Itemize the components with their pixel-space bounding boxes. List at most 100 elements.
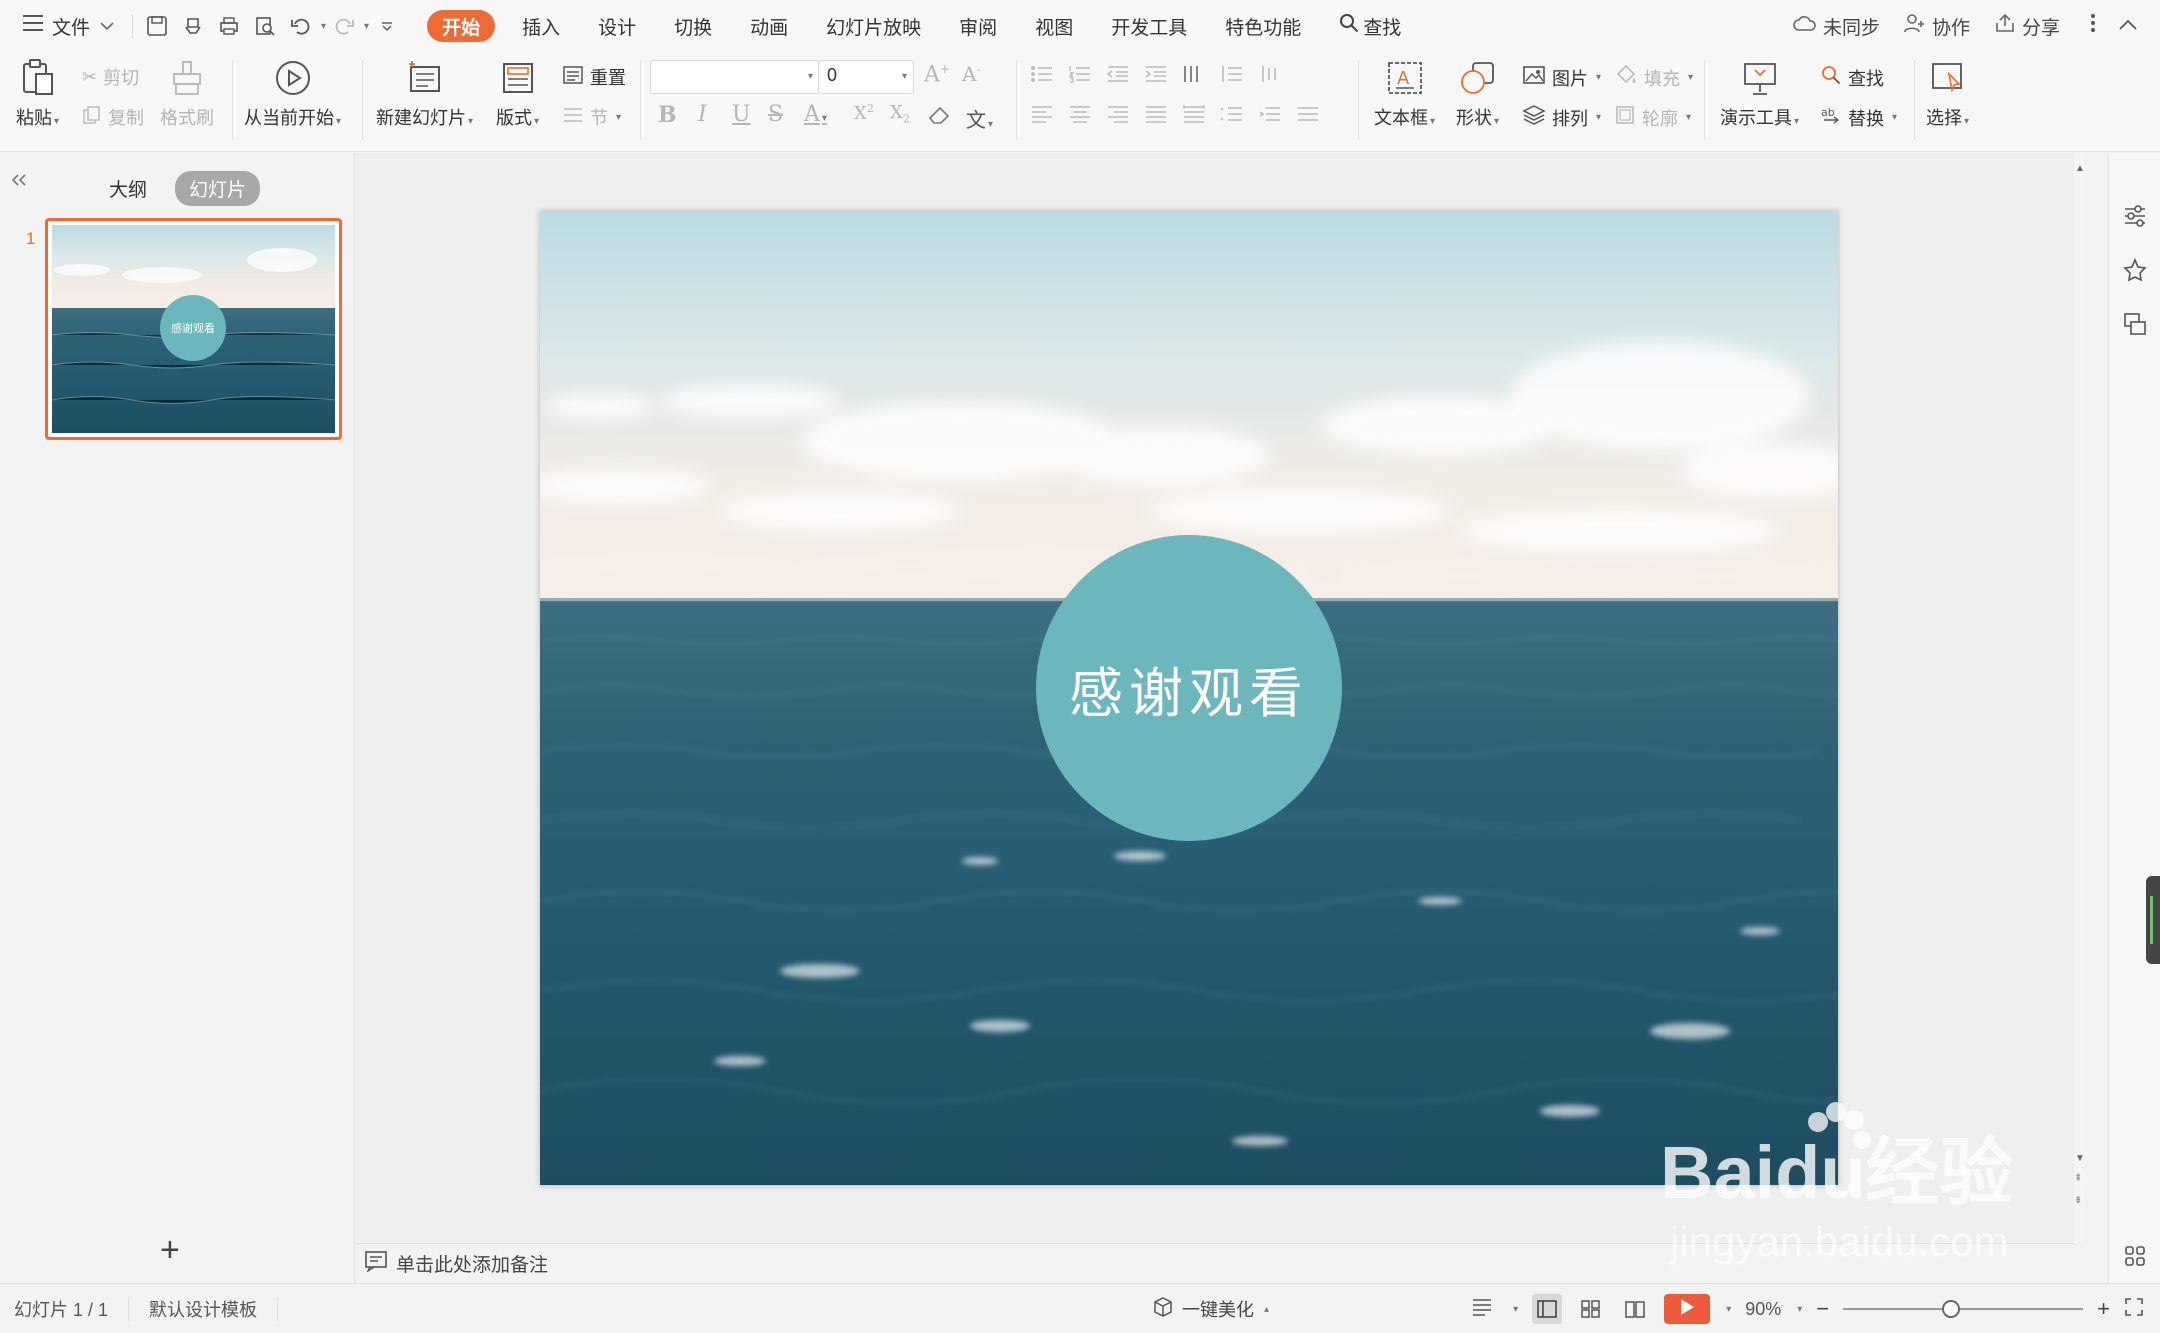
section-button[interactable]: 节 ▾ — [562, 104, 621, 130]
sync-status[interactable]: 未同步 — [1781, 13, 1892, 40]
tab-view[interactable]: 视图 — [1016, 10, 1092, 42]
title-circle[interactable]: 感谢观看 — [1036, 535, 1342, 841]
zoom-out-icon[interactable]: − — [1816, 1296, 1829, 1322]
slide-sorter-icon[interactable] — [1576, 1294, 1606, 1324]
print-icon[interactable] — [215, 12, 243, 40]
bold-icon[interactable]: B — [658, 102, 677, 128]
prev-slide-icon[interactable]: ⇞ — [2074, 1173, 2082, 1184]
scroll-down-icon[interactable]: ▼ — [2075, 1153, 2085, 1164]
line-spacing-icon[interactable] — [1220, 64, 1244, 89]
font-color-icon[interactable]: A ▾ — [804, 102, 827, 127]
italic-icon[interactable]: I — [698, 102, 707, 127]
subscript-icon[interactable]: X2 — [890, 102, 910, 126]
increase-indent-icon[interactable] — [1144, 64, 1168, 89]
copy-button[interactable]: 复制 — [82, 104, 144, 130]
superscript-icon[interactable]: X2 — [854, 102, 874, 124]
scroll-up-icon[interactable]: ▲ — [2075, 163, 2085, 174]
zoom-slider[interactable] — [1843, 1300, 2084, 1318]
vertical-scrollbar[interactable]: ▲ ▼ ⇞ ⇟ — [2074, 153, 2085, 1243]
tab-outline[interactable]: 大纲 — [95, 171, 161, 206]
undo-icon[interactable] — [287, 12, 315, 40]
tab-slideshow[interactable]: 幻灯片放映 — [807, 10, 940, 42]
collab-button[interactable]: 协作 — [1892, 13, 1982, 40]
strikethrough-icon[interactable]: S — [768, 102, 783, 127]
new-slide-button[interactable]: 新建幻灯片 ▾ — [376, 58, 473, 130]
undo-dropdown-icon[interactable]: ▾ — [321, 21, 326, 32]
share-button[interactable]: 分享 — [1982, 13, 2072, 40]
tab-transition[interactable]: 切换 — [655, 10, 731, 42]
properties-icon[interactable] — [2122, 203, 2148, 229]
fit-window-icon[interactable] — [2124, 1297, 2144, 1322]
fill-button[interactable]: 填充 ▾ — [1614, 64, 1693, 91]
font-size-input[interactable]: 0 ▾ — [818, 60, 914, 94]
outline-button[interactable]: 轮廓 ▾ — [1614, 104, 1691, 131]
underline-icon[interactable]: U — [732, 102, 751, 127]
redo-icon[interactable] — [330, 12, 358, 40]
justify-icon[interactable] — [1144, 104, 1168, 129]
replace-button[interactable]: ab 替换 ▾ — [1820, 104, 1897, 131]
text-effect-icon[interactable]: 文 ▾ — [966, 104, 993, 133]
beautify-button[interactable]: 一键美化 ▴ — [1152, 1284, 1269, 1333]
find-button[interactable]: 查找 — [1820, 64, 1884, 91]
shape-button[interactable]: 形状 ▾ — [1456, 58, 1499, 130]
apps-grid-icon[interactable] — [2122, 1243, 2148, 1269]
play-slideshow-button[interactable] — [1664, 1294, 1711, 1324]
next-slide-icon[interactable]: ⇟ — [2074, 1195, 2082, 1206]
paragraph-indent-icon[interactable] — [1258, 104, 1282, 129]
paragraph-spacing-icon[interactable] — [1220, 104, 1244, 129]
tab-insert[interactable]: 插入 — [503, 10, 579, 42]
font-name-input[interactable]: ▾ — [650, 60, 820, 94]
collapse-ribbon[interactable] — [2114, 15, 2160, 37]
arrange-button[interactable]: 排列 ▾ — [1522, 104, 1601, 131]
numbering-icon[interactable] — [1068, 64, 1092, 89]
reset-button[interactable]: 重置 — [562, 64, 626, 90]
picture-button[interactable]: 图片 ▾ — [1522, 64, 1601, 91]
transition-icon[interactable] — [2122, 311, 2148, 337]
customize-toolbar-icon[interactable] — [373, 12, 401, 40]
tab-features[interactable]: 特色功能 — [1206, 10, 1320, 42]
search-command[interactable]: 查找 — [1320, 10, 1420, 42]
text-direction-icon[interactable] — [1258, 64, 1282, 89]
zoom-level[interactable]: 90% — [1745, 1299, 1781, 1320]
notes-toggle-icon[interactable] — [1471, 1297, 1497, 1322]
eraser-icon[interactable] — [928, 104, 952, 132]
reading-view-icon[interactable] — [1620, 1294, 1650, 1324]
decrease-font-icon[interactable]: A- — [962, 62, 981, 86]
align-right-icon[interactable] — [1106, 104, 1130, 129]
align-center-icon[interactable] — [1068, 104, 1092, 129]
tab-animation[interactable]: 动画 — [731, 10, 807, 42]
animation-star-icon[interactable] — [2122, 257, 2148, 283]
layout-button[interactable]: 版式 ▾ — [496, 58, 539, 130]
export-icon[interactable] — [179, 12, 207, 40]
slide-title[interactable]: 感谢观看 — [1069, 649, 1309, 728]
decrease-indent-icon[interactable] — [1106, 64, 1130, 89]
print-preview-icon[interactable] — [251, 12, 279, 40]
save-icon[interactable] — [143, 12, 171, 40]
add-slide-button[interactable]: + — [160, 1233, 180, 1267]
select-button[interactable]: 选择 ▾ — [1926, 58, 1969, 130]
paste-button[interactable]: 粘贴 ▾ — [16, 58, 59, 130]
format-painter-button[interactable]: 格式刷 — [160, 58, 214, 130]
cut-button[interactable]: ✂ 剪切 — [82, 64, 139, 90]
zoom-slider-knob[interactable] — [1942, 1300, 1961, 1318]
align-left-icon[interactable] — [1030, 104, 1054, 129]
tab-design[interactable]: 设计 — [579, 10, 655, 42]
side-handle[interactable] — [2146, 876, 2160, 964]
notes-bar[interactable]: 单击此处添加备注 — [356, 1243, 2074, 1283]
smart-list-icon[interactable] — [1296, 104, 1320, 129]
distribute-icon[interactable] — [1182, 104, 1206, 129]
presentation-tools-button[interactable]: 演示工具 ▾ — [1720, 58, 1799, 130]
bullets-icon[interactable] — [1030, 64, 1054, 89]
more-menu[interactable] — [2072, 13, 2114, 39]
zoom-in-icon[interactable]: + — [2097, 1296, 2110, 1322]
text-box-button[interactable]: A 文本框 ▾ — [1374, 58, 1435, 130]
normal-view-icon[interactable] — [1532, 1294, 1563, 1324]
slide-thumbnail[interactable]: 感谢观看 — [45, 218, 342, 440]
tab-start[interactable]: 开始 — [427, 10, 496, 42]
tab-slides[interactable]: 幻灯片 — [175, 171, 261, 206]
tab-review[interactable]: 审阅 — [940, 10, 1016, 42]
slide-canvas[interactable]: 感谢观看 — [540, 211, 1838, 1185]
file-menu[interactable]: 文件 — [0, 0, 126, 52]
tab-developer[interactable]: 开发工具 — [1092, 10, 1206, 42]
notes-placeholder[interactable]: 单击此处添加备注 — [396, 1250, 548, 1277]
